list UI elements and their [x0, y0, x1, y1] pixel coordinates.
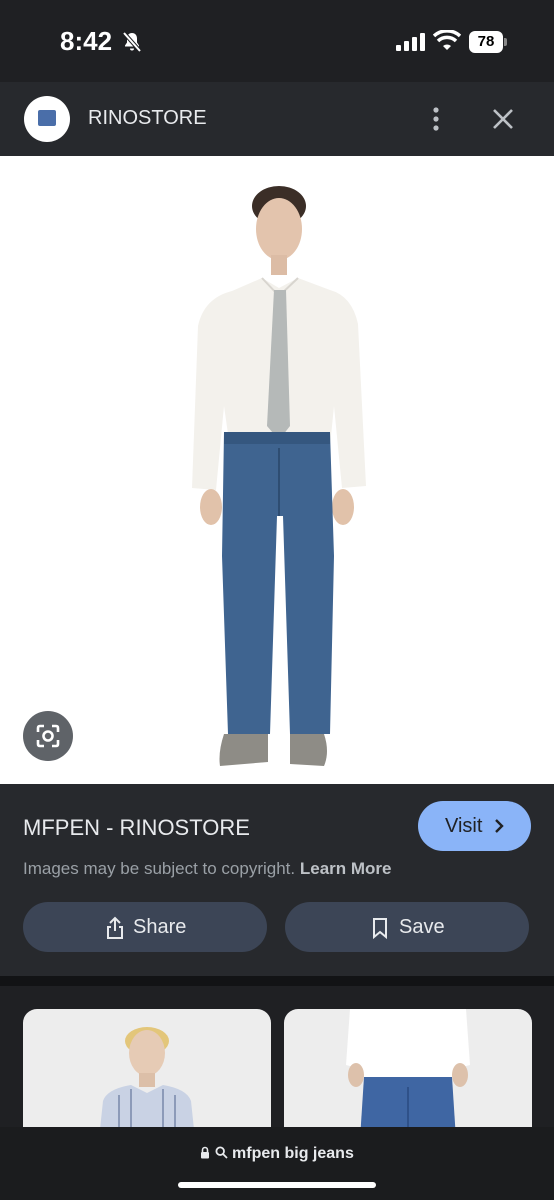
result-title: MFPEN - RINOSTORE — [23, 815, 250, 840]
related-result-thumbnail[interactable] — [23, 1009, 271, 1139]
bookmark-icon — [373, 918, 387, 940]
copyright-text: Images may be subject to copyright. — [23, 859, 296, 878]
battery-level: 78 — [469, 31, 503, 53]
search-icon — [215, 1146, 228, 1159]
address-url-text: mfpen big jeans — [232, 1145, 354, 1162]
chevron-right-icon — [495, 819, 504, 833]
signal-icon — [396, 33, 425, 51]
share-icon — [107, 916, 123, 939]
home-indicator — [178, 1182, 376, 1188]
visit-label: Visit — [445, 815, 483, 837]
learn-more-link[interactable]: Learn More — [300, 859, 392, 878]
wifi-icon — [433, 30, 461, 50]
status-time: 8:42 — [60, 26, 113, 56]
save-button[interactable]: Save — [285, 902, 529, 952]
address-url[interactable]: mfpen big jeans — [0, 1145, 554, 1163]
close-icon[interactable] — [490, 106, 516, 132]
lens-icon — [36, 724, 60, 748]
save-label: Save — [399, 916, 445, 938]
share-label: Share — [133, 916, 187, 938]
more-vert-icon[interactable] — [426, 104, 446, 134]
lock-icon — [201, 1146, 210, 1159]
site-favicon — [24, 96, 70, 142]
address-bar[interactable] — [0, 1127, 554, 1200]
related-result-thumbnail[interactable] — [284, 1009, 532, 1139]
visit-button[interactable]: Visit — [418, 801, 531, 851]
model-illustration — [192, 186, 366, 766]
bell-slash-icon — [122, 31, 142, 53]
site-name: RINOSTORE — [88, 107, 207, 129]
section-divider — [0, 976, 554, 986]
product-image[interactable] — [0, 156, 554, 784]
battery-icon: 78 — [469, 31, 507, 53]
copyright-notice: Images may be subject to copyright. Lear… — [23, 859, 392, 879]
share-button[interactable]: Share — [23, 902, 267, 952]
viewer-header — [0, 82, 554, 156]
lens-button[interactable] — [23, 711, 73, 761]
